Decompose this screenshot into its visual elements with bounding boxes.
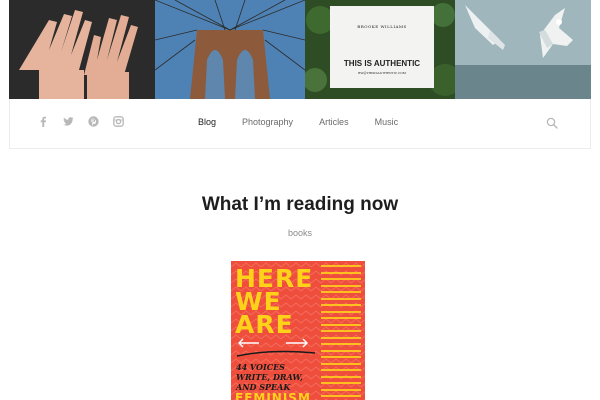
book-title: HERE WE ARE (235, 266, 312, 339)
twitter-icon[interactable] (63, 116, 74, 127)
book-subtitle: 44 VOICES WRITE, DRAW, AND SPEAK (236, 362, 303, 392)
primary-nav: Blog Photography Articles Music (198, 117, 424, 127)
nav-item-blog[interactable]: Blog (198, 117, 216, 127)
post-category[interactable]: books (0, 228, 600, 238)
nav-item-music[interactable]: Music (375, 117, 399, 127)
post-title[interactable]: What I’m reading now (0, 194, 600, 216)
facebook-icon[interactable] (38, 116, 49, 127)
book-title-line: ARE (235, 310, 294, 339)
nav-item-photography[interactable]: Photography (242, 117, 293, 127)
search-icon[interactable] (546, 117, 558, 129)
card-headline: THIS IS AUTHENTIC (343, 59, 421, 68)
card-handle: BW@THISISAUTHENTIC.COM (358, 71, 406, 75)
bridge-photo (155, 0, 305, 99)
seagulls-photo (455, 0, 591, 99)
book-cover-image[interactable]: HERE WE ARE 44 VOICES WRITE, DRAW, AND S… (231, 261, 365, 400)
book-bottom-text: FEMINISM (235, 391, 311, 400)
card-name: BROOKE WILLIAMS (357, 24, 407, 29)
instagram-icon[interactable] (113, 116, 124, 127)
header-banner: BROOKE WILLIAMS THIS IS AUTHENTIC BW@THI… (9, 0, 591, 99)
pinterest-icon[interactable] (88, 116, 99, 127)
business-card-photo: BROOKE WILLIAMS THIS IS AUTHENTIC BW@THI… (305, 0, 455, 99)
book-contributor-list (321, 265, 361, 400)
social-links (38, 116, 124, 127)
hands-photo (9, 0, 155, 99)
nav-bar: Blog Photography Articles Music (9, 99, 591, 149)
nav-item-articles[interactable]: Articles (319, 117, 349, 127)
